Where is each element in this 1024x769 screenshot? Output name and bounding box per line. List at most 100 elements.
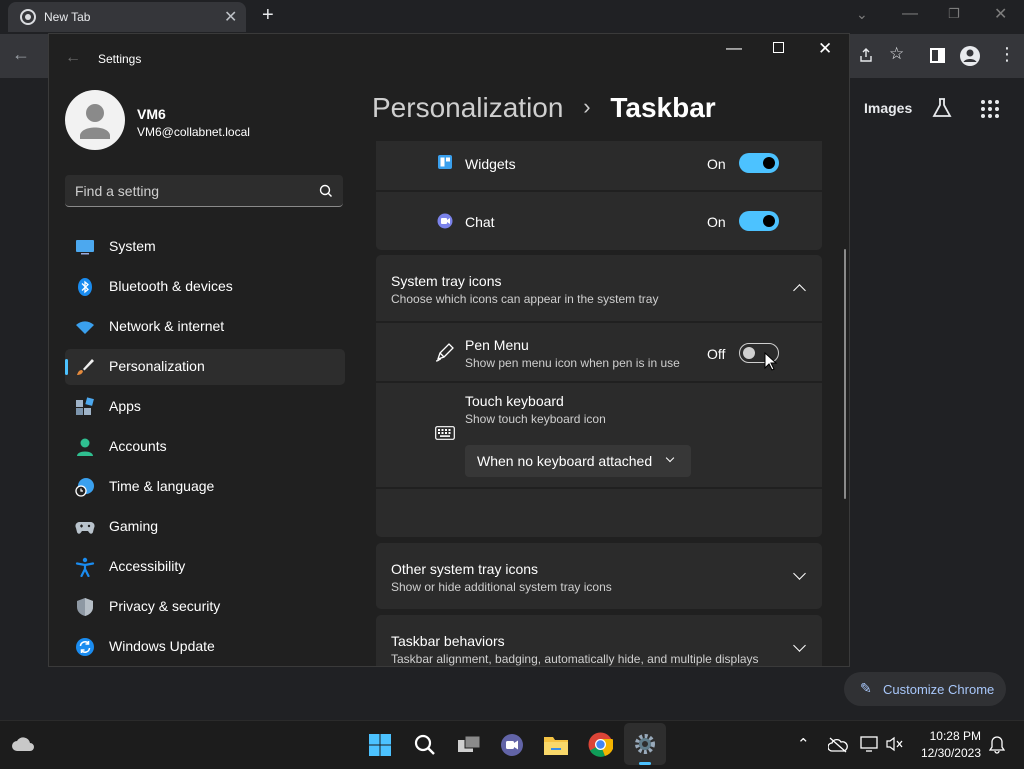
chrome-tab[interactable]: New Tab ✕ [8,2,246,32]
network-display-icon[interactable] [860,736,878,752]
touch-keyboard-label: Touch keyboard [465,393,564,409]
clock-date[interactable]: 12/30/2023 [915,746,981,760]
sidebar-item-personalization[interactable]: Personalization [65,349,345,385]
sidebar-item-time-language[interactable]: Time & language [65,469,345,505]
chat-row: Chat On [376,192,822,250]
back-icon[interactable]: ← [12,44,30,65]
wifi-icon [76,321,94,334]
apps-grid-icon[interactable] [980,99,1000,119]
avatar [65,90,125,150]
maximize-icon[interactable] [773,42,784,53]
customize-chrome-button[interactable]: ✎ Customize Chrome [844,672,1006,706]
other-tray-title: Other system tray icons [391,561,539,577]
settings-back-icon[interactable]: ← [65,49,81,67]
bookmark-star-icon[interactable]: ☆ [889,44,904,64]
show-hidden-icons-chevron-icon[interactable]: ⌃ [797,735,810,753]
breadcrumb-separator: › [583,94,591,119]
accessibility-icon [75,557,95,577]
sidebar-item-label: Bluetooth & devices [109,278,233,294]
settings-gear-icon [635,734,655,754]
chevron-down-icon [793,639,806,652]
chat-toggle[interactable] [739,211,779,231]
chrome-tab-title: New Tab [44,10,91,24]
start-windows-icon[interactable] [369,734,391,756]
chat-label: Chat [465,214,495,230]
close-tab-icon[interactable]: ✕ [224,7,237,27]
sidebar-item-label: Accessibility [109,558,186,574]
widgets-icon [438,155,452,169]
taskbar-behaviors-row[interactable]: Taskbar behaviors Taskbar alignment, bad… [376,615,822,666]
customize-chrome-label: Customize Chrome [883,682,995,697]
pencil-icon: ✎ [860,680,872,696]
chrome-menu-icon[interactable]: ⋮ [998,44,1016,65]
breadcrumb: Personalization › Taskbar [372,92,716,124]
active-indicator [65,359,68,375]
sidebar-item-label: Network & internet [109,318,225,334]
chat-state: On [707,214,726,230]
file-explorer-icon[interactable] [543,734,569,756]
system-tray-title: System tray icons [391,273,502,289]
sidebar-item-network[interactable]: Network & internet [65,309,345,345]
shield-icon [77,598,93,616]
other-tray-desc: Show or hide additional system tray icon… [391,580,612,594]
tray-section-footer [376,489,822,537]
dropdown-value: When no keyboard attached [477,453,653,469]
find-setting-input[interactable]: Find a setting [65,175,343,207]
keyboard-icon [435,426,455,440]
share-icon[interactable] [858,47,874,63]
active-app-indicator [639,762,651,765]
pen-menu-desc: Show pen menu icon when pen is in use [465,356,680,370]
settings-window: ← Settings — ✕ VM6 VM6@collabnet.local F… [48,33,850,667]
settings-app-active[interactable] [624,723,666,765]
tab-search-icon[interactable]: ⌄ [856,6,868,23]
touch-keyboard-dropdown[interactable]: When no keyboard attached [465,445,691,477]
images-link[interactable]: Images [864,100,912,116]
clock-time[interactable]: 10:28 PM [929,729,981,743]
search-icon [319,184,332,197]
onedrive-offline-icon[interactable] [828,736,848,754]
sidebar-item-gaming[interactable]: Gaming [65,509,345,545]
sidebar-item-apps[interactable]: Apps [65,389,345,425]
pen-menu-row: Pen Menu Show pen menu icon when pen is … [376,323,822,381]
labs-flask-icon[interactable] [930,96,954,120]
volume-muted-icon[interactable] [886,736,904,752]
system-tray-icons-header[interactable]: System tray icons Choose which icons can… [376,255,822,321]
restore-browser-icon[interactable]: ❐ [948,6,960,22]
sidebar-item-label: System [109,238,156,254]
chrome-app-icon[interactable] [588,732,613,757]
sidebar-item-accessibility[interactable]: Accessibility [65,549,345,585]
sidebar-item-accounts[interactable]: Accounts [65,429,345,465]
close-browser-icon[interactable]: ✕ [994,4,1007,24]
chevron-up-icon [793,284,806,297]
user-email: VM6@collabnet.local [137,125,250,139]
bluetooth-icon [78,278,92,296]
sidebar-item-label: Privacy & security [109,598,221,614]
sidebar-item-system[interactable]: System [65,229,345,265]
taskbar-behaviors-desc: Taskbar alignment, badging, automaticall… [391,652,759,666]
mouse-cursor-icon [764,352,778,371]
side-panel-icon[interactable] [930,48,945,63]
minimize-icon[interactable]: — [726,40,742,58]
touch-keyboard-row: Touch keyboard Show touch keyboard icon … [376,383,822,487]
widgets-toggle[interactable] [739,153,779,173]
widgets-label: Widgets [465,156,516,172]
task-view-icon[interactable] [457,734,481,756]
sidebar-item-bluetooth[interactable]: Bluetooth & devices [65,269,345,305]
teams-chat-icon[interactable] [500,733,524,757]
profile-icon[interactable] [959,45,981,67]
breadcrumb-parent[interactable]: Personalization [372,92,563,123]
other-tray-icons-row[interactable]: Other system tray icons Show or hide add… [376,543,822,609]
weather-cloud-icon[interactable] [11,733,35,755]
brush-icon [77,359,94,375]
sidebar-item-label: Gaming [109,518,159,534]
new-tab-icon[interactable]: + [262,4,274,27]
close-icon[interactable]: ✕ [818,39,832,59]
notification-bell-icon[interactable] [989,736,1005,754]
sidebar-item-windows-update[interactable]: Windows Update [65,629,345,665]
content-scrollbar[interactable] [844,249,846,499]
apps-icon [76,397,94,415]
search-icon[interactable] [414,734,436,756]
sidebar-item-privacy[interactable]: Privacy & security [65,589,345,625]
minimize-browser-icon[interactable]: — [902,5,918,23]
pen-icon [435,343,454,362]
